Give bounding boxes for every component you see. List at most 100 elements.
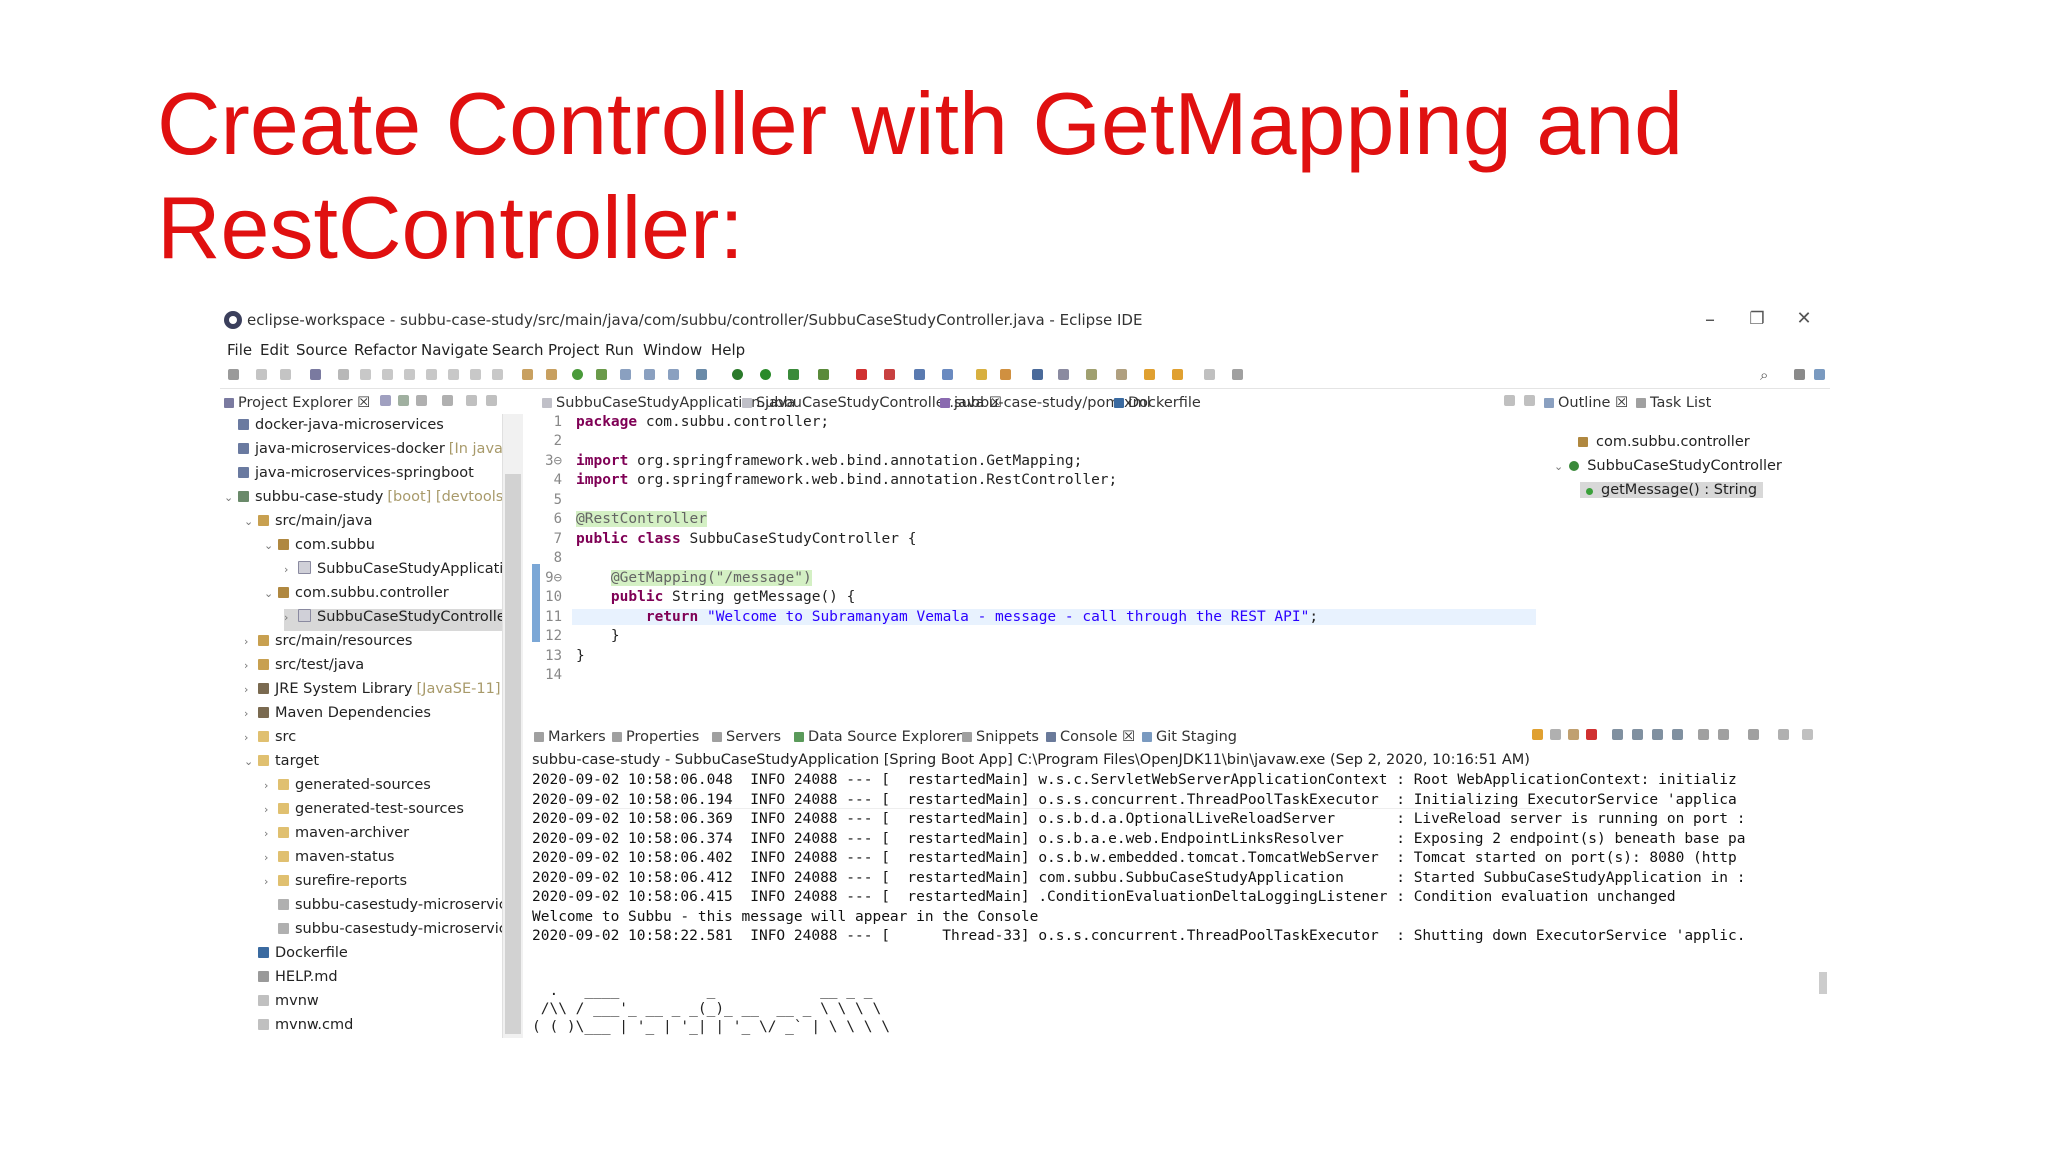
menu-window[interactable]: Window: [643, 341, 702, 359]
tree-item-jre-system-library[interactable]: › JRE System Library [JavaSE-11]: [244, 681, 501, 703]
stop-icon[interactable]: [856, 369, 867, 380]
open-task-icon[interactable]: [546, 369, 557, 380]
chevron-right-icon[interactable]: ›: [284, 563, 298, 576]
pin-icon[interactable]: [668, 369, 679, 380]
chevron-right-icon[interactable]: ›: [244, 731, 258, 744]
menu-refactor[interactable]: Refactor: [354, 341, 417, 359]
search-icon[interactable]: ⌕: [1760, 366, 1768, 384]
chevron-down-icon[interactable]: ⌄: [244, 755, 258, 768]
chevron-right-icon[interactable]: ›: [244, 659, 258, 672]
menu-source[interactable]: Source: [296, 341, 348, 359]
tree-item-src-main-java[interactable]: ⌄ src/main/java: [244, 513, 373, 535]
minimize-button[interactable]: –: [1690, 306, 1730, 332]
outline-class[interactable]: ⌄ SubbuCaseStudyController: [1554, 458, 1782, 474]
outline-package[interactable]: com.subbu.controller: [1578, 434, 1750, 450]
last-edit-icon[interactable]: [1116, 369, 1127, 380]
new-icon[interactable]: [228, 369, 239, 380]
tab-console[interactable]: Console ☒: [1046, 729, 1135, 745]
tree-item-src[interactable]: › src: [244, 729, 296, 751]
tree-item-subbucasestudycontroller[interactable]: › SubbuCaseStudyController: [284, 609, 502, 631]
chevron-down-icon[interactable]: ⌄: [264, 587, 278, 600]
tab-data-source-explorer[interactable]: Data Source Explorer: [794, 729, 962, 745]
scrollbar-thumb[interactable]: [1819, 972, 1827, 994]
show-on-output-icon[interactable]: [1652, 729, 1663, 740]
menu-project[interactable]: Project: [548, 341, 599, 359]
tab-markers[interactable]: Markers: [534, 729, 606, 745]
tree-item-java-microservices-springboot[interactable]: java-microservices-springboot: [238, 465, 474, 487]
new-package-icon[interactable]: [942, 369, 953, 380]
console-scrollbar[interactable]: [1816, 772, 1830, 1038]
back-icon[interactable]: [1144, 369, 1155, 380]
chevron-down-icon[interactable]: ⌄: [264, 539, 278, 552]
tab-snippets[interactable]: Snippets: [962, 729, 1039, 745]
build-all-icon[interactable]: [644, 369, 655, 380]
link-editor-icon[interactable]: [398, 395, 409, 406]
close-button[interactable]: ✕: [1784, 306, 1824, 332]
chevron-right-icon[interactable]: ›: [244, 683, 258, 696]
resume-icon[interactable]: [360, 369, 371, 380]
pin-console-icon[interactable]: [1698, 729, 1709, 740]
search-tool-icon[interactable]: [1000, 369, 1011, 380]
word-wrap-icon[interactable]: [1632, 729, 1643, 740]
step-over-icon[interactable]: [470, 369, 481, 380]
tab-properties[interactable]: Properties: [612, 729, 699, 745]
editor-minimize-icon[interactable]: [1504, 395, 1515, 406]
tree-item-mvnw[interactable]: mvnw: [258, 993, 319, 1015]
tree-item-com-subbu-controller[interactable]: ⌄ com.subbu.controller: [264, 585, 449, 607]
tree-item-subbucasestudyapplication[interactable]: › SubbuCaseStudyApplicatio: [284, 561, 502, 583]
open-perspective-icon[interactable]: [1794, 369, 1805, 380]
skip-icon[interactable]: [338, 369, 349, 380]
tab-git-staging[interactable]: Git Staging: [1142, 729, 1237, 745]
annotation-icon[interactable]: [1032, 369, 1043, 380]
console-minimize-icon[interactable]: [1802, 729, 1813, 740]
remove-all-icon[interactable]: [1568, 729, 1579, 740]
tree-item-docker-java-microservices[interactable]: docker-java-microservices: [238, 417, 444, 439]
filter-icon[interactable]: [416, 395, 427, 406]
chevron-down-icon[interactable]: ⌄: [1554, 460, 1563, 473]
scrollbar-thumb[interactable]: [505, 474, 521, 1034]
forward-icon[interactable]: [1172, 369, 1183, 380]
tree-item-jar-file[interactable]: subbu-casestudy-microservic: [278, 897, 502, 919]
chevron-right-icon[interactable]: ›: [264, 779, 278, 792]
pe-maximize-icon[interactable]: [486, 395, 497, 406]
tab-servers[interactable]: Servers: [712, 729, 781, 745]
run-icon[interactable]: [760, 369, 771, 380]
tree-item-generated-sources[interactable]: › generated-sources: [264, 777, 431, 799]
new-class-icon[interactable]: [914, 369, 925, 380]
terminate-console-icon[interactable]: [1586, 729, 1597, 740]
tree-item-dockerfile[interactable]: Dockerfile: [258, 945, 348, 967]
view-menu-icon[interactable]: [442, 395, 453, 406]
tree-item-subbu-case-study[interactable]: ⌄ subbu-case-study [boot] [devtools]: [224, 489, 502, 511]
suspend-icon[interactable]: [382, 369, 393, 380]
boot-dashboard-icon[interactable]: [596, 369, 607, 380]
tree-item-com-subbu[interactable]: ⌄ com.subbu: [264, 537, 375, 559]
tree-item-mvnw-cmd[interactable]: mvnw.cmd: [258, 1017, 353, 1038]
menu-file[interactable]: File: [227, 341, 252, 359]
tree-item-generated-test-sources[interactable]: › generated-test-sources: [264, 801, 464, 823]
tree-item-maven-status[interactable]: › maven-status: [264, 849, 395, 871]
tree-item-help-md[interactable]: HELP.md: [258, 969, 338, 991]
chevron-down-icon[interactable]: ⌄: [224, 491, 238, 504]
tree-item-surefire-reports[interactable]: › surefire-reports: [264, 873, 407, 895]
chevron-right-icon[interactable]: ›: [244, 707, 258, 720]
chevron-right-icon[interactable]: ›: [244, 635, 258, 648]
chevron-right-icon[interactable]: ›: [264, 875, 278, 888]
pe-minimize-icon[interactable]: [466, 395, 477, 406]
tree-item-maven-dependencies[interactable]: › Maven Dependencies: [244, 705, 431, 727]
run-as-icon[interactable]: [788, 369, 799, 380]
show-on-error-icon[interactable]: [1672, 729, 1683, 740]
tree-item-java-microservices-docker[interactable]: java-microservices-docker[In java-n: [238, 441, 502, 463]
open-type-icon[interactable]: [522, 369, 533, 380]
line-number[interactable]: 9⊖: [545, 570, 562, 586]
project-explorer-scrollbar[interactable]: [502, 414, 523, 1038]
menu-run[interactable]: Run: [605, 341, 634, 359]
pin-editor-icon[interactable]: [1204, 369, 1215, 380]
open-folder-icon[interactable]: [976, 369, 987, 380]
console-view-menu-icon[interactable]: [1778, 729, 1789, 740]
tab-project-explorer[interactable]: Project Explorer ☒: [224, 395, 370, 411]
tree-item-src-test-java[interactable]: › src/test/java: [244, 657, 364, 679]
menu-help[interactable]: Help: [711, 341, 745, 359]
collapse-all-icon[interactable]: [380, 395, 391, 406]
next-annotation-icon[interactable]: [1058, 369, 1069, 380]
external-tools-icon[interactable]: [818, 369, 829, 380]
